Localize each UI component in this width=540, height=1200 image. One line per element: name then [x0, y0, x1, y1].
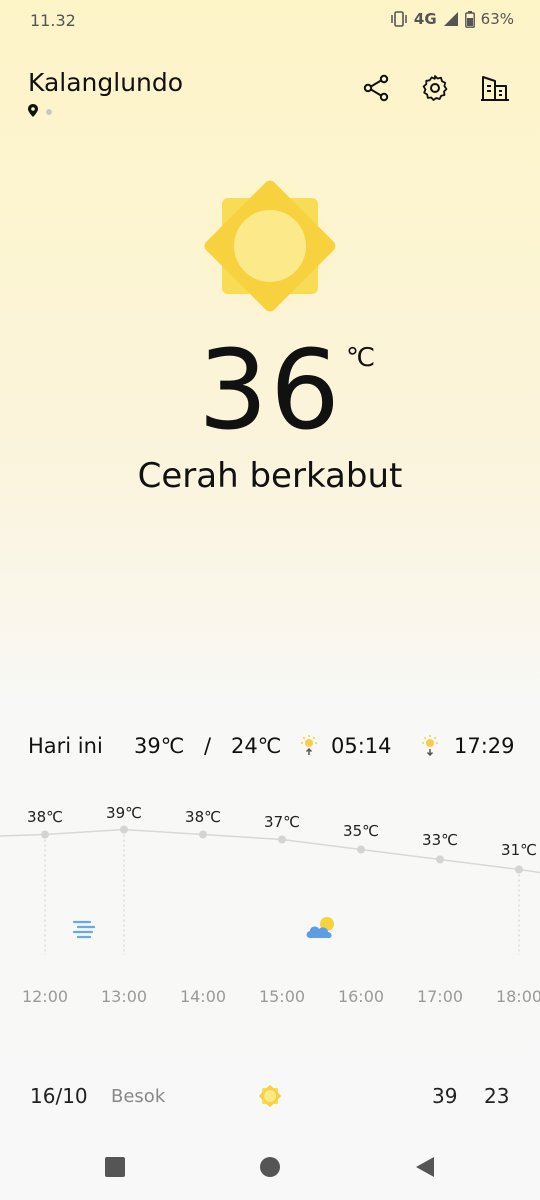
hourly-temp: 38℃ [185, 808, 221, 826]
hourly-temp-point [278, 835, 286, 844]
status-indicators: 4G 63% [390, 10, 514, 28]
hourly-temp-point [357, 845, 365, 854]
temperature-value: 36 [198, 326, 342, 454]
sunny-icon [200, 176, 340, 316]
location-page-indicator [28, 102, 52, 121]
system-navigation-bar [0, 1136, 540, 1200]
settings-button[interactable] [415, 70, 455, 110]
daily-day-label: Besok [111, 1086, 166, 1107]
sunset-time: 17:29 [454, 734, 515, 758]
hourly-temp-point [436, 855, 444, 864]
settings-icon [421, 74, 449, 106]
recents-button[interactable] [100, 1154, 130, 1184]
square-icon [104, 1156, 126, 1182]
today-high: 39℃ [134, 734, 185, 758]
hourly-temp: 35℃ [343, 822, 379, 840]
hourly-temp: 37℃ [264, 813, 300, 831]
circle-icon [259, 1156, 281, 1182]
battery-icon [464, 10, 475, 28]
hourly-time: 17:00 [416, 987, 464, 1006]
hourly-temp: 38℃ [27, 808, 63, 826]
hourly-forecast[interactable]: 38℃ 39℃ 38℃ 37℃ 35℃ 33℃ 31℃ 12:00 13:00 … [0, 800, 540, 1030]
status-time: 11.32 [30, 11, 76, 30]
page-dot [46, 108, 52, 115]
sunrise-icon [298, 734, 320, 761]
current-temperature: 36 ℃ [0, 325, 540, 455]
status-bar: 11.32 4G 63% [0, 0, 540, 40]
hourly-temp-point [515, 865, 523, 874]
buildings-icon [480, 74, 510, 106]
daily-forecast-row[interactable]: 16/10 Besok 39 23 [0, 1078, 540, 1118]
hourly-time: 12:00 [21, 987, 69, 1006]
temperature-unit: ℃ [346, 343, 376, 373]
hourly-temp-point [120, 825, 128, 834]
daily-low: 23 [484, 1084, 510, 1108]
network-type: 4G [413, 10, 437, 28]
signal-icon [443, 11, 459, 27]
hourly-temp-point [41, 830, 49, 839]
hourly-time: 18:00 [495, 987, 540, 1006]
today-summary: Hari ini 39℃ / 24℃ 05:14 17:29 [28, 732, 518, 766]
today-separator: / [204, 734, 212, 758]
hourly-time: 13:00 [100, 987, 148, 1006]
header: Kalanglundo [0, 60, 540, 120]
back-triangle-icon [414, 1156, 436, 1182]
hourly-temp: 31℃ [501, 841, 537, 859]
sunrise-time: 05:14 [331, 734, 392, 758]
share-button[interactable] [356, 70, 396, 110]
city-name[interactable]: Kalanglundo [28, 68, 183, 97]
daily-date: 16/10 [30, 1084, 88, 1108]
vibrate-icon [390, 11, 408, 27]
city-management-button[interactable] [475, 70, 515, 110]
sunny-icon [256, 1082, 284, 1114]
hourly-time: 16:00 [337, 987, 385, 1006]
sunset-icon [419, 734, 441, 761]
hourly-time: 14:00 [179, 987, 227, 1006]
home-button[interactable] [255, 1154, 285, 1184]
temperature-curve-line [0, 828, 540, 874]
back-button[interactable] [410, 1154, 440, 1184]
location-pin-icon [28, 102, 38, 121]
weather-condition: Cerah berkabut [137, 456, 403, 496]
battery-level: 63% [480, 10, 514, 28]
daily-high: 39 [432, 1084, 458, 1108]
haze-icon [71, 918, 97, 944]
today-low: 24℃ [231, 734, 282, 758]
share-icon [362, 74, 390, 106]
partly-cloudy-icon [304, 914, 340, 946]
hourly-temp: 39℃ [106, 804, 142, 822]
hourly-time: 15:00 [258, 987, 306, 1006]
hourly-temp-point [199, 830, 207, 839]
today-label: Hari ini [28, 734, 103, 758]
hourly-temp: 33℃ [422, 831, 458, 849]
